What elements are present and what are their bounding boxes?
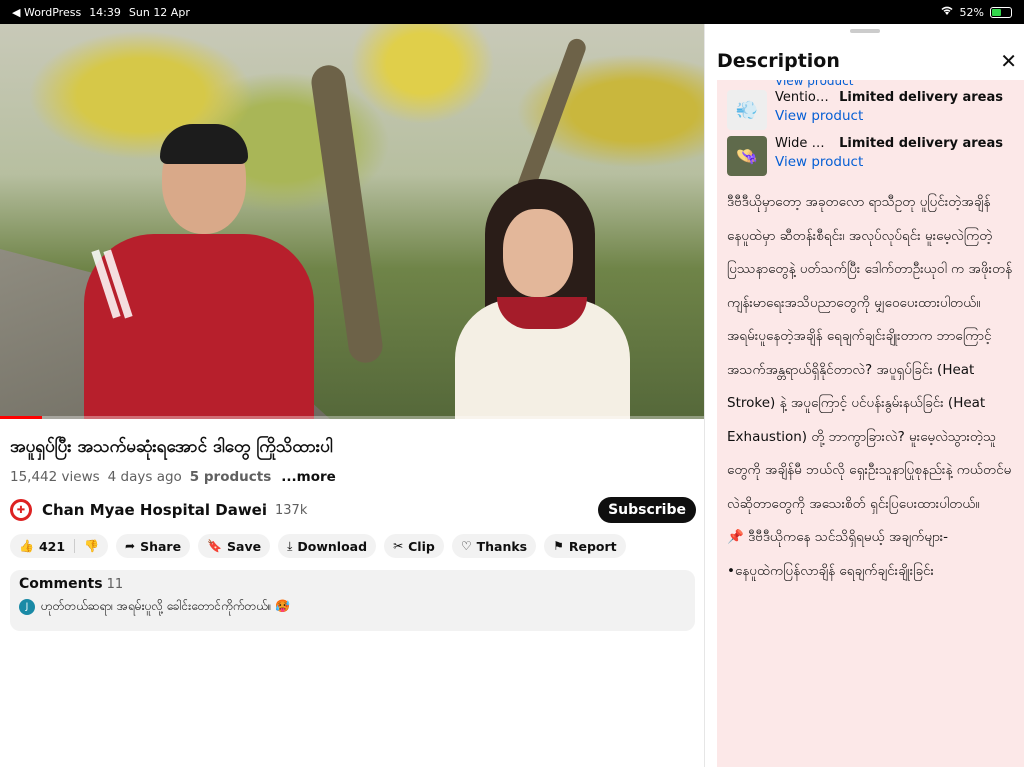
more-link[interactable]: ...more bbox=[281, 469, 336, 485]
product-name: Wide Brim... bbox=[775, 136, 830, 151]
date: Sun 12 Apr bbox=[128, 5, 190, 19]
video-player[interactable] bbox=[0, 24, 704, 419]
description-panel: Description ✕ View product 💨 Vention Ha.… bbox=[704, 24, 1024, 767]
report-button[interactable]: ⚑ Report bbox=[544, 534, 626, 558]
video-title[interactable]: အပူရှပ်ပြီး အသက်မဆုံးရအောင် ဒါတွေ ကြိုသိ… bbox=[10, 436, 700, 461]
video-person-woman bbox=[455, 179, 630, 419]
view-product-link[interactable]: View product bbox=[775, 108, 1003, 124]
top-comment: J ဟုတ်တယ်ဆရာ၊ အရမ်းပူလို့ ခေါင်းတောင်ကို… bbox=[19, 598, 686, 616]
product-thumbnail: 💨 bbox=[727, 90, 767, 130]
thanks-button[interactable]: ♡ Thanks bbox=[451, 534, 537, 558]
video-scene-tree bbox=[309, 63, 385, 365]
channel-name[interactable]: Chan Myae Hospital Dawei bbox=[42, 501, 267, 519]
battery-icon bbox=[990, 6, 1012, 18]
flag-icon: ⚑ bbox=[553, 539, 564, 553]
thumbs-up-icon[interactable]: 👍 bbox=[19, 539, 34, 553]
thumbs-down-icon[interactable]: 👎 bbox=[84, 539, 99, 553]
product-item[interactable]: 💨 Vention Ha... Limited delivery areas V… bbox=[727, 90, 1015, 136]
product-name: Vention Ha... bbox=[775, 90, 829, 105]
wifi-icon bbox=[940, 5, 954, 19]
description-body[interactable]: View product 💨 Vention Ha... Limited del… bbox=[717, 80, 1024, 767]
subscribe-button[interactable]: Subscribe bbox=[598, 497, 696, 523]
scissors-icon: ✂ bbox=[393, 539, 404, 553]
video-person-man bbox=[84, 124, 314, 419]
download-icon: ⤓ bbox=[287, 538, 293, 553]
bookmark-icon: 🔖 bbox=[207, 539, 222, 553]
channel-avatar[interactable]: ✚ bbox=[10, 499, 32, 521]
description-text: ဒီဗီဒီယိုမှာတော့ အခုတလော ရာသီဥတု ပူပြင်း… bbox=[727, 194, 1013, 579]
delivery-note: Limited delivery areas bbox=[839, 136, 1003, 151]
products-count[interactable]: 5 products bbox=[190, 469, 271, 485]
delivery-note: Limited delivery areas bbox=[839, 90, 1003, 105]
share-button[interactable]: ➦ Share bbox=[116, 534, 191, 558]
battery-percent: 52% bbox=[959, 5, 984, 19]
top-comment-text: ဟုတ်တယ်ဆရာ၊ အရမ်းပူလို့ ခေါင်းတောင်ကိုက်… bbox=[41, 599, 291, 613]
clock: 14:39 bbox=[89, 5, 121, 19]
view-product-link[interactable]: View product bbox=[775, 154, 1003, 170]
product-item-partial[interactable]: View product bbox=[727, 80, 1015, 90]
panel-title: Description bbox=[717, 50, 840, 72]
upload-age: 4 days ago bbox=[107, 469, 182, 485]
like-dislike-group: 👍 421 👎 bbox=[10, 534, 108, 558]
comments-count: 11 bbox=[106, 577, 124, 592]
comments-header: Comments 11 bbox=[19, 576, 124, 592]
channel-row: ✚ Chan Myae Hospital Dawei 137k Subscrib… bbox=[10, 497, 696, 523]
back-to-app-link[interactable]: ◀ WordPress bbox=[12, 6, 81, 19]
product-item[interactable]: 👒 Wide Brim... Limited delivery areas Vi… bbox=[727, 136, 1015, 182]
product-thumbnail: 👒 bbox=[727, 136, 767, 176]
heart-dollar-icon: ♡ bbox=[460, 539, 472, 553]
clip-button[interactable]: ✂ Clip bbox=[384, 534, 444, 558]
like-count[interactable]: 421 bbox=[39, 539, 65, 554]
view-product-link[interactable]: View product bbox=[775, 80, 853, 90]
video-progress-bar[interactable] bbox=[0, 416, 704, 419]
comments-teaser[interactable]: Comments 11 J ဟုတ်တယ်ဆရာ၊ အရမ်းပူလို့ ခေါ… bbox=[10, 570, 695, 631]
download-button[interactable]: ⤓ Download bbox=[278, 534, 377, 558]
status-bar: ◀ WordPress 14:39 Sun 12 Apr 52% bbox=[0, 0, 1024, 24]
video-meta[interactable]: 15,442 views 4 days ago 5 products ...mo… bbox=[10, 469, 336, 485]
drag-handle[interactable] bbox=[850, 29, 880, 33]
panel-header: Description ✕ bbox=[717, 48, 1017, 74]
subscriber-count: 137k bbox=[275, 502, 308, 518]
share-icon: ➦ bbox=[125, 539, 136, 553]
view-count: 15,442 views bbox=[10, 469, 100, 485]
save-button[interactable]: 🔖 Save bbox=[198, 534, 271, 558]
commenter-avatar: J bbox=[19, 599, 35, 615]
close-icon[interactable]: ✕ bbox=[1000, 49, 1017, 73]
action-bar: 👍 421 👎 ➦ Share 🔖 Save ⤓ Download ✂ Clip… bbox=[10, 534, 626, 558]
